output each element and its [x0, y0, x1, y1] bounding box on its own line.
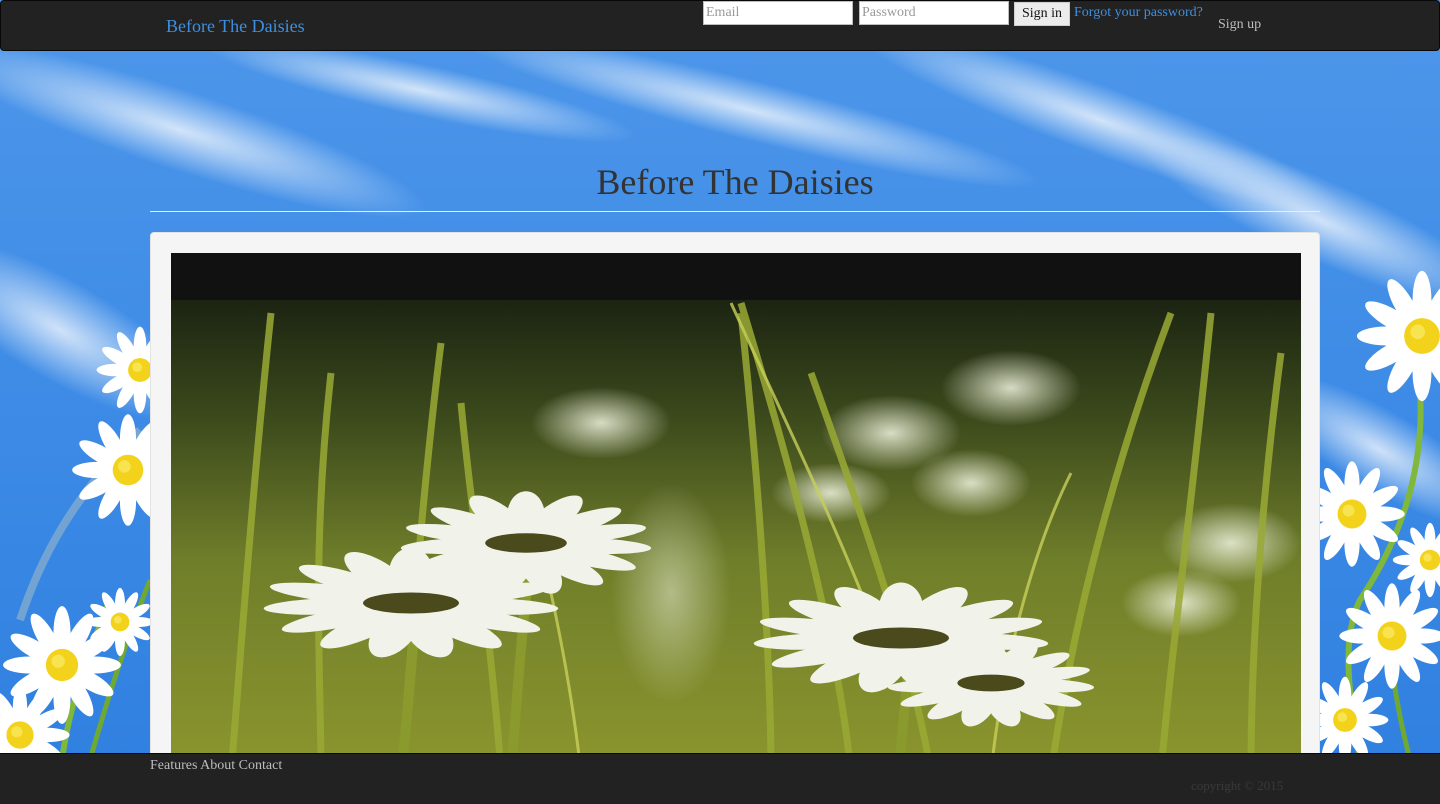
page-title: Before The Daisies — [596, 162, 874, 202]
brand-link[interactable]: Before The Daisies — [166, 15, 305, 37]
password-field[interactable] — [859, 1, 1009, 25]
sign-up-link[interactable]: Sign up — [1218, 17, 1261, 33]
sign-in-button[interactable]: Sign in — [1014, 2, 1070, 26]
footer-link-about[interactable]: About — [200, 758, 235, 773]
forgot-password-link[interactable]: Forgot your password? — [1074, 5, 1203, 21]
footer-link-contact[interactable]: Contact — [239, 758, 283, 773]
video-player[interactable] — [171, 253, 1301, 773]
video-well — [150, 232, 1320, 773]
top-navbar: Before The Daisies Sign in Forgot your p… — [0, 0, 1440, 51]
footer-link-features[interactable]: Features — [150, 758, 197, 773]
title-divider — [150, 211, 1320, 212]
footer-nav: Features About Contact — [150, 757, 282, 775]
email-field[interactable] — [703, 1, 853, 25]
page-footer: Features About Contact copyright © 2015 — [0, 753, 1440, 804]
video-frame — [171, 253, 1301, 773]
copyright-text: copyright © 2015 — [1191, 778, 1284, 793]
